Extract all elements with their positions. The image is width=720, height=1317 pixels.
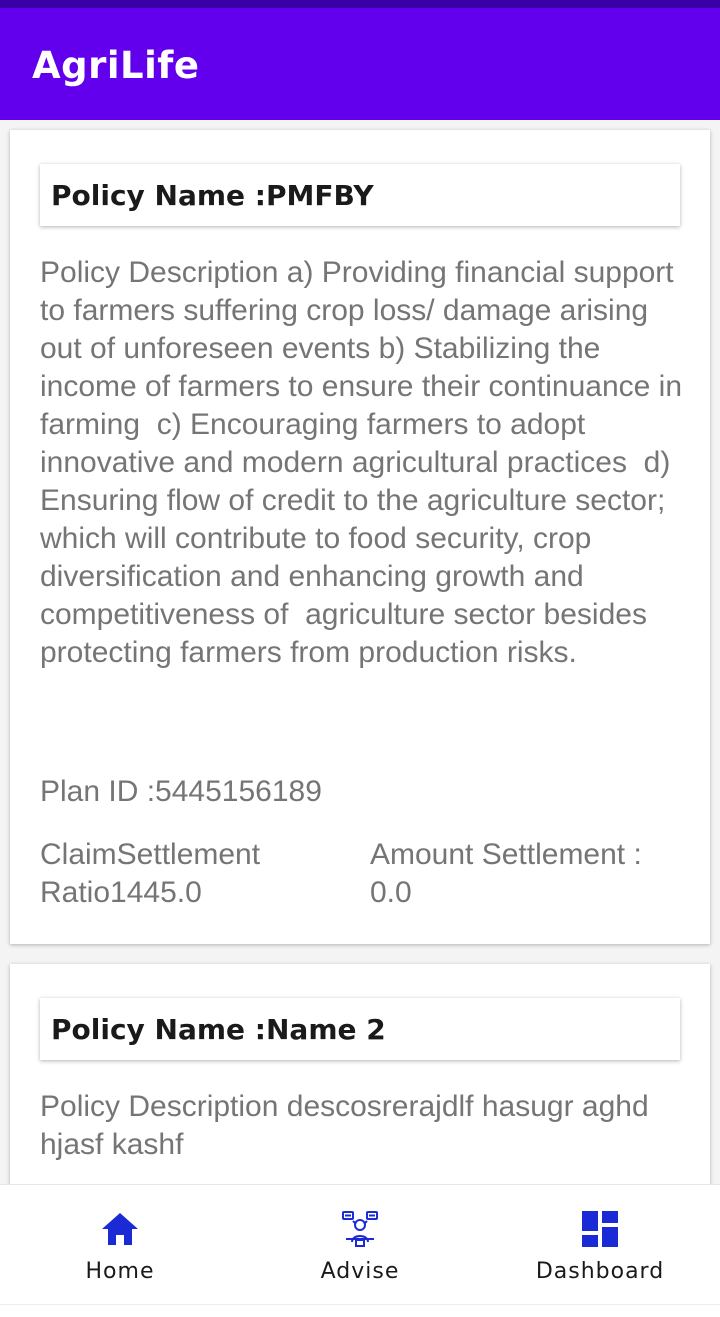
policy-name: Policy Name :Name 2 (51, 1012, 386, 1046)
bottom-navigation: Home Advise Dashboard (0, 1184, 720, 1304)
nav-advise[interactable]: Advise (240, 1185, 480, 1305)
claim-settlement-ratio: ClaimSettlement Ratio1445.0 (40, 838, 261, 909)
policy-card[interactable]: Policy Name :Name 2 Policy Description d… (10, 964, 710, 1184)
policy-name: Policy Name :PMFBY (51, 178, 374, 212)
nav-dashboard-label: Dashboard (535, 1259, 665, 1284)
app-title: AgriLife (32, 44, 200, 87)
advise-icon (342, 1211, 378, 1247)
policy-list[interactable]: Policy Name :PMFBY Policy Description a)… (0, 120, 720, 1184)
policy-description: Policy Description a) Providing financia… (40, 256, 691, 669)
home-icon (102, 1213, 138, 1245)
app-bar: AgriLife (0, 8, 720, 120)
nav-dashboard[interactable]: Dashboard (480, 1185, 720, 1305)
policy-name-box: Policy Name :PMFBY (40, 164, 680, 226)
plan-id: Plan ID :5445156189 (40, 775, 322, 808)
dashboard-icon (582, 1211, 618, 1247)
system-nav-area (0, 1304, 720, 1317)
nav-home-label: Home (85, 1259, 155, 1284)
policy-description: Policy Description descosrerajdlf hasugr… (40, 1090, 657, 1161)
amount-settlement: Amount Settlement : 0.0 (370, 838, 642, 909)
status-bar (0, 0, 720, 8)
nav-home[interactable]: Home (0, 1185, 240, 1305)
policy-name-box: Policy Name :Name 2 (40, 998, 680, 1060)
nav-advise-label: Advise (320, 1259, 400, 1284)
policy-card[interactable]: Policy Name :PMFBY Policy Description a)… (10, 130, 710, 944)
